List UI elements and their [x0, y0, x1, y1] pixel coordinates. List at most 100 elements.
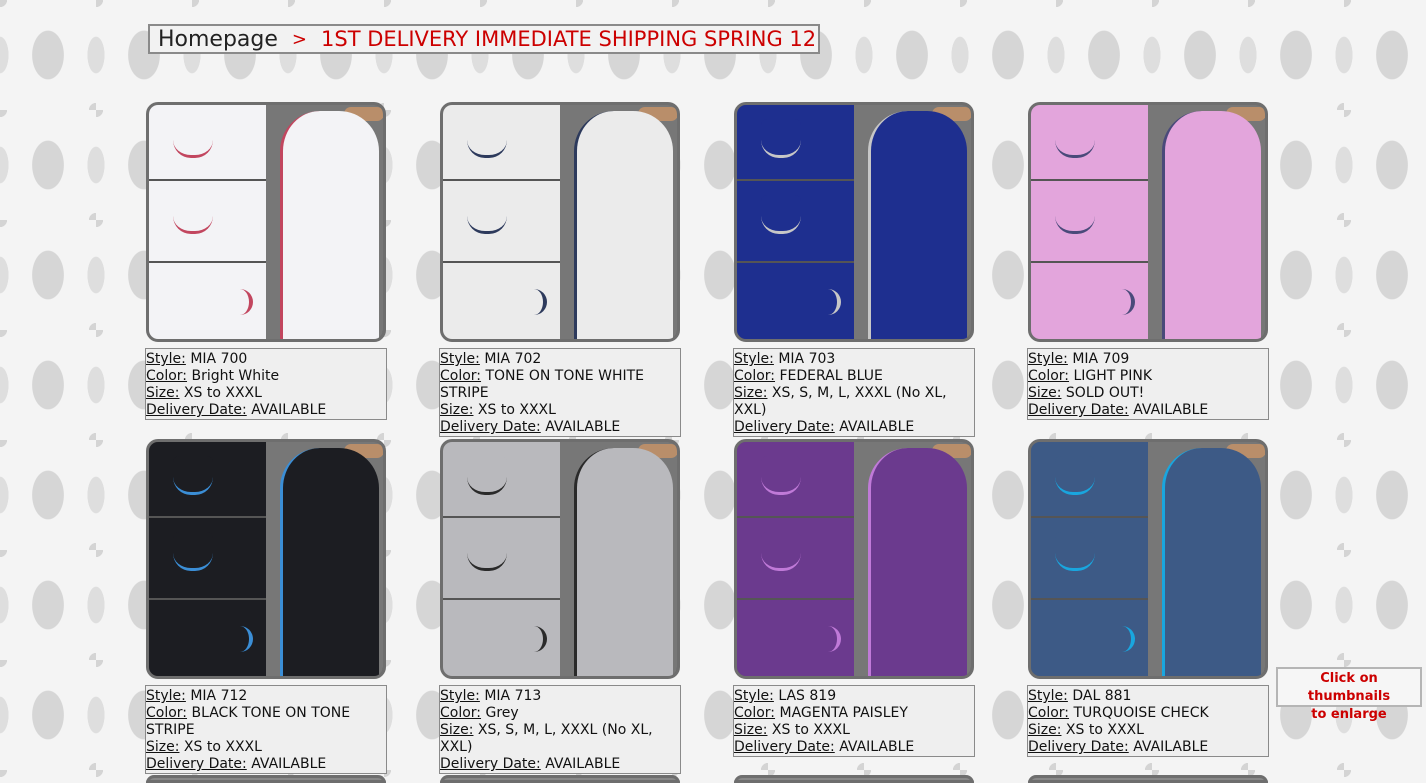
size-label: Size:	[734, 722, 768, 738]
sleeve-shape	[443, 626, 547, 652]
product-thumbnail[interactable]	[146, 102, 386, 342]
delivery-value: AVAILABLE	[839, 419, 915, 435]
style-value: MIA 703	[778, 351, 836, 367]
delivery-label: Delivery Date:	[1028, 402, 1129, 418]
collar-shape	[173, 456, 213, 495]
full-shirt-photo	[854, 442, 971, 676]
delivery-label: Delivery Date:	[1028, 739, 1129, 755]
style-value: DAL 881	[1072, 688, 1132, 704]
color-value: Grey	[485, 705, 519, 721]
product-thumbnail[interactable]	[734, 102, 974, 342]
full-shirt-photo	[266, 442, 383, 676]
color-label: Color:	[146, 705, 188, 721]
full-shirt-photo	[560, 105, 677, 339]
collar-back-photo	[737, 105, 854, 181]
sleeve-shape	[737, 289, 841, 315]
full-shirt-photo	[1148, 442, 1265, 676]
collar-front-photo	[443, 518, 560, 600]
delivery-value: AVAILABLE	[1133, 739, 1209, 755]
style-value: MIA 709	[1072, 351, 1130, 367]
collar-front-photo	[737, 518, 854, 600]
style-label: Style:	[1028, 351, 1068, 367]
color-value: LIGHT PINK	[1073, 368, 1153, 384]
style-label: Style:	[440, 351, 480, 367]
enlarge-hint-line2: to enlarge	[1311, 707, 1387, 722]
collar-shape	[761, 532, 801, 571]
enlarge-hint: Click on thumbnails to enlarge	[1276, 667, 1422, 722]
collar-shape	[467, 532, 507, 571]
shirt-shape	[280, 111, 379, 339]
collar-front-photo	[443, 181, 560, 263]
color-label: Color:	[440, 368, 482, 384]
style-label: Style:	[734, 351, 774, 367]
delivery-value: AVAILABLE	[251, 402, 327, 418]
collar-front-photo	[149, 181, 266, 263]
product-info: Style: MIA 703 Color: FEDERAL BLUE Size:…	[733, 348, 975, 437]
full-shirt-photo	[560, 442, 677, 676]
sleeve-shape	[1031, 626, 1135, 652]
product-thumbnail[interactable]	[440, 102, 680, 342]
product-thumbnail-next-row[interactable]	[1028, 775, 1268, 783]
collar-back-photo	[149, 105, 266, 181]
size-label: Size:	[734, 385, 768, 401]
delivery-label: Delivery Date:	[734, 739, 835, 755]
delivery-label: Delivery Date:	[146, 756, 247, 772]
sleeve-shape	[149, 289, 253, 315]
style-label: Style:	[146, 688, 186, 704]
product-info: Style: MIA 713 Color: Grey Size: XS, S, …	[439, 685, 681, 774]
size-value: XS to XXXL	[183, 385, 262, 401]
breadcrumb-separator: >	[291, 28, 308, 50]
product-thumbnail[interactable]	[734, 439, 974, 679]
collar-front-photo	[149, 518, 266, 600]
collar-shape	[1055, 119, 1095, 158]
enlarge-hint-line1: Click on thumbnails	[1307, 671, 1391, 704]
delivery-value: AVAILABLE	[839, 739, 915, 755]
delivery-value: AVAILABLE	[545, 756, 621, 772]
collar-back-photo	[1031, 105, 1148, 181]
sleeve-shape	[737, 626, 841, 652]
size-label: Size:	[146, 385, 180, 401]
color-label: Color:	[440, 705, 482, 721]
full-shirt-photo	[1148, 105, 1265, 339]
delivery-label: Delivery Date:	[734, 419, 835, 435]
collar-shape	[1055, 456, 1095, 495]
product-thumbnail[interactable]	[440, 439, 680, 679]
collar-shape	[1055, 195, 1095, 234]
color-label: Color:	[1028, 368, 1070, 384]
shirt-shape	[1162, 111, 1261, 339]
size-value: SOLD OUT!	[1065, 385, 1145, 401]
size-label: Size:	[440, 402, 474, 418]
product-thumbnail[interactable]	[1028, 439, 1268, 679]
style-label: Style:	[440, 688, 480, 704]
collar-back-photo	[443, 105, 560, 181]
size-value: XS to XXXL	[183, 739, 262, 755]
sleeve-shape	[443, 289, 547, 315]
size-label: Size:	[440, 722, 474, 738]
product-thumbnail[interactable]	[146, 439, 386, 679]
color-value: FEDERAL BLUE	[779, 368, 883, 384]
product-thumbnail-next-row[interactable]	[146, 775, 386, 783]
product-info: Style: MIA 712 Color: BLACK TONE ON TONE…	[145, 685, 387, 774]
size-value: XS to XXXL	[477, 402, 556, 418]
shirt-shape	[574, 111, 673, 339]
cuff-photo	[737, 263, 854, 339]
full-shirt-photo	[854, 105, 971, 339]
collar-shape	[173, 119, 213, 158]
color-label: Color:	[734, 705, 776, 721]
breadcrumb-home-link[interactable]: Homepage	[158, 27, 278, 52]
product-thumbnail-next-row[interactable]	[440, 775, 680, 783]
collar-shape	[173, 195, 213, 234]
collar-shape	[467, 195, 507, 234]
breadcrumb-current-category: 1ST DELIVERY IMMEDIATE SHIPPING SPRING 1…	[321, 27, 817, 51]
delivery-label: Delivery Date:	[440, 419, 541, 435]
shirt-shape	[868, 111, 967, 339]
size-label: Size:	[1028, 722, 1062, 738]
shirt-shape	[868, 448, 967, 676]
cuff-photo	[149, 263, 266, 339]
product-thumbnail-next-row[interactable]	[734, 775, 974, 783]
delivery-value: AVAILABLE	[545, 419, 621, 435]
collar-shape	[761, 456, 801, 495]
product-thumbnail[interactable]	[1028, 102, 1268, 342]
collar-back-photo	[149, 442, 266, 518]
color-value: Bright White	[191, 368, 280, 384]
